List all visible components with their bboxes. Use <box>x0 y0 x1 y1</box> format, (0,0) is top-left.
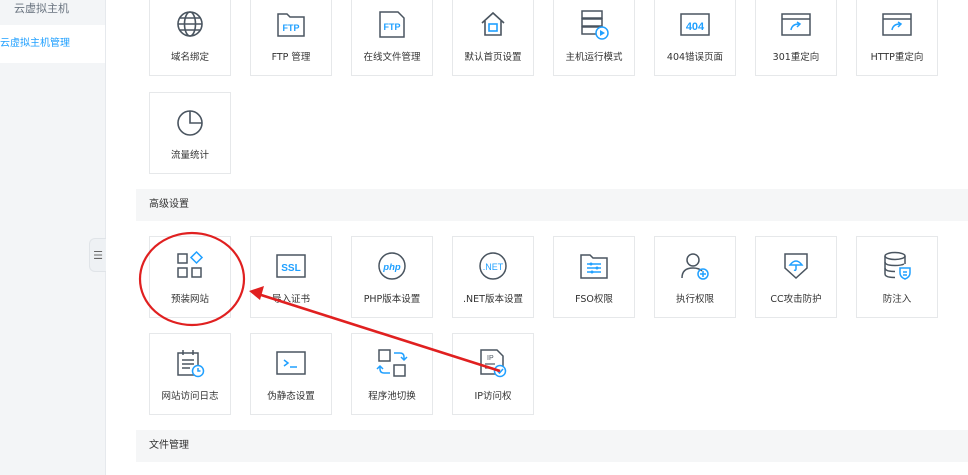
tile-label: 预装网站 <box>170 294 209 305</box>
tile-label: 程序池切换 <box>368 391 416 402</box>
fso-folder-icon <box>578 250 610 282</box>
home-icon <box>477 8 509 40</box>
sidebar: 云虚拟主机 云虚拟主机管理 <box>0 0 106 475</box>
tile-label: 301重定向 <box>772 52 820 63</box>
tile-preinstall-website[interactable]: 预装网站 <box>149 236 231 318</box>
tile-label: 主机运行模式 <box>565 52 623 63</box>
tile-label: 404错误页面 <box>666 52 724 63</box>
tile-traffic-statistics[interactable]: 流量统计 <box>149 92 231 174</box>
tile-php-version[interactable]: php PHP版本设置 <box>351 236 433 318</box>
umbrella-shield-icon <box>780 250 812 282</box>
globe-icon <box>174 8 206 40</box>
tile-label: 导入证书 <box>271 294 310 305</box>
tile-app-pool-switch[interactable]: 程序池切换 <box>351 333 433 415</box>
tile-label: 执行权限 <box>675 294 714 305</box>
tile-label: 伪静态设置 <box>267 391 315 402</box>
server-play-icon <box>578 8 610 40</box>
tile-execute-permission[interactable]: 执行权限 <box>654 236 736 318</box>
tile-label: 防注入 <box>882 294 912 305</box>
tile-label: FTP 管理 <box>271 52 311 63</box>
collapse-menu-icon[interactable]: ☰ <box>89 238 106 272</box>
tile-label: IP访问权 <box>474 391 512 402</box>
tile-ftp-management[interactable]: FTP FTP 管理 <box>250 0 332 76</box>
svg-text:FTP: FTP <box>384 22 401 32</box>
tile-label: FSO权限 <box>575 294 613 305</box>
tile-404-page[interactable]: 404 404错误页面 <box>654 0 736 76</box>
sidebar-item-host-management[interactable]: 云虚拟主机管理 <box>0 25 105 63</box>
apps-icon <box>174 250 206 282</box>
tile-label: 默认首页设置 <box>464 52 522 63</box>
switch-icon <box>376 347 408 379</box>
tile-site-access-log[interactable]: 网站访问日志 <box>149 333 231 415</box>
svg-text:.NET: .NET <box>483 262 504 272</box>
sidebar-title: 云虚拟主机 <box>14 2 69 15</box>
tile-default-homepage[interactable]: 默认首页设置 <box>452 0 534 76</box>
tile-label: HTTP重定向 <box>870 52 924 63</box>
tile-http-redirect[interactable]: HTTP重定向 <box>856 0 938 76</box>
ip-file-icon: IP <box>477 347 509 379</box>
php-icon: php <box>376 250 408 282</box>
tile-dotnet-version[interactable]: .NET .NET版本设置 <box>452 236 534 318</box>
tile-fso-permission[interactable]: FSO权限 <box>553 236 635 318</box>
tile-rewrite-settings[interactable]: 伪静态设置 <box>250 333 332 415</box>
tile-label: PHP版本设置 <box>363 294 421 305</box>
tile-anti-injection[interactable]: 防注入 <box>856 236 938 318</box>
svg-text:IP: IP <box>487 355 494 362</box>
tile-label: .NET版本设置 <box>463 294 523 305</box>
section-file-management: 文件管理 <box>136 430 968 462</box>
main-content: 域名绑定 FTP FTP 管理 FTP 在线文件管理 默认首页设置 主机运行模式 <box>106 0 968 475</box>
tile-label: CC攻击防护 <box>770 294 822 305</box>
section-advanced-settings: 高级设置 <box>136 189 968 221</box>
tile-label: 域名绑定 <box>170 52 209 63</box>
svg-text:FTP: FTP <box>283 23 300 33</box>
tile-cc-attack-protection[interactable]: CC攻击防护 <box>755 236 837 318</box>
pie-chart-icon <box>174 106 206 138</box>
ftp-folder-icon: FTP <box>275 8 307 40</box>
tile-domain-binding[interactable]: 域名绑定 <box>149 0 231 76</box>
app-root: 云虚拟主机 云虚拟主机管理 ☰ 域名绑定 FTP FTP 管理 FTP 在线文件… <box>0 0 968 475</box>
svg-text:php: php <box>382 262 401 273</box>
tile-301-redirect[interactable]: 301重定向 <box>755 0 837 76</box>
terminal-icon <box>275 347 307 379</box>
tile-online-file-management[interactable]: FTP 在线文件管理 <box>351 0 433 76</box>
dotnet-icon: .NET <box>477 250 509 282</box>
tile-host-run-mode[interactable]: 主机运行模式 <box>553 0 635 76</box>
tile-label: 在线文件管理 <box>363 52 421 63</box>
svg-text:404: 404 <box>686 21 705 33</box>
tile-import-certificate[interactable]: SSL 导入证书 <box>250 236 332 318</box>
tile-label: 网站访问日志 <box>161 391 219 402</box>
calendar-log-icon <box>174 347 206 379</box>
redirect-icon <box>780 8 812 40</box>
error-404-icon: 404 <box>679 8 711 40</box>
svg-text:SSL: SSL <box>281 263 300 274</box>
database-shield-icon <box>881 250 913 282</box>
user-add-icon <box>679 250 711 282</box>
http-redirect-icon <box>881 8 913 40</box>
tile-label: 流量统计 <box>170 150 209 161</box>
ftp-file-icon: FTP <box>376 8 408 40</box>
tile-ip-access[interactable]: IP IP访问权 <box>452 333 534 415</box>
ssl-icon: SSL <box>275 250 307 282</box>
